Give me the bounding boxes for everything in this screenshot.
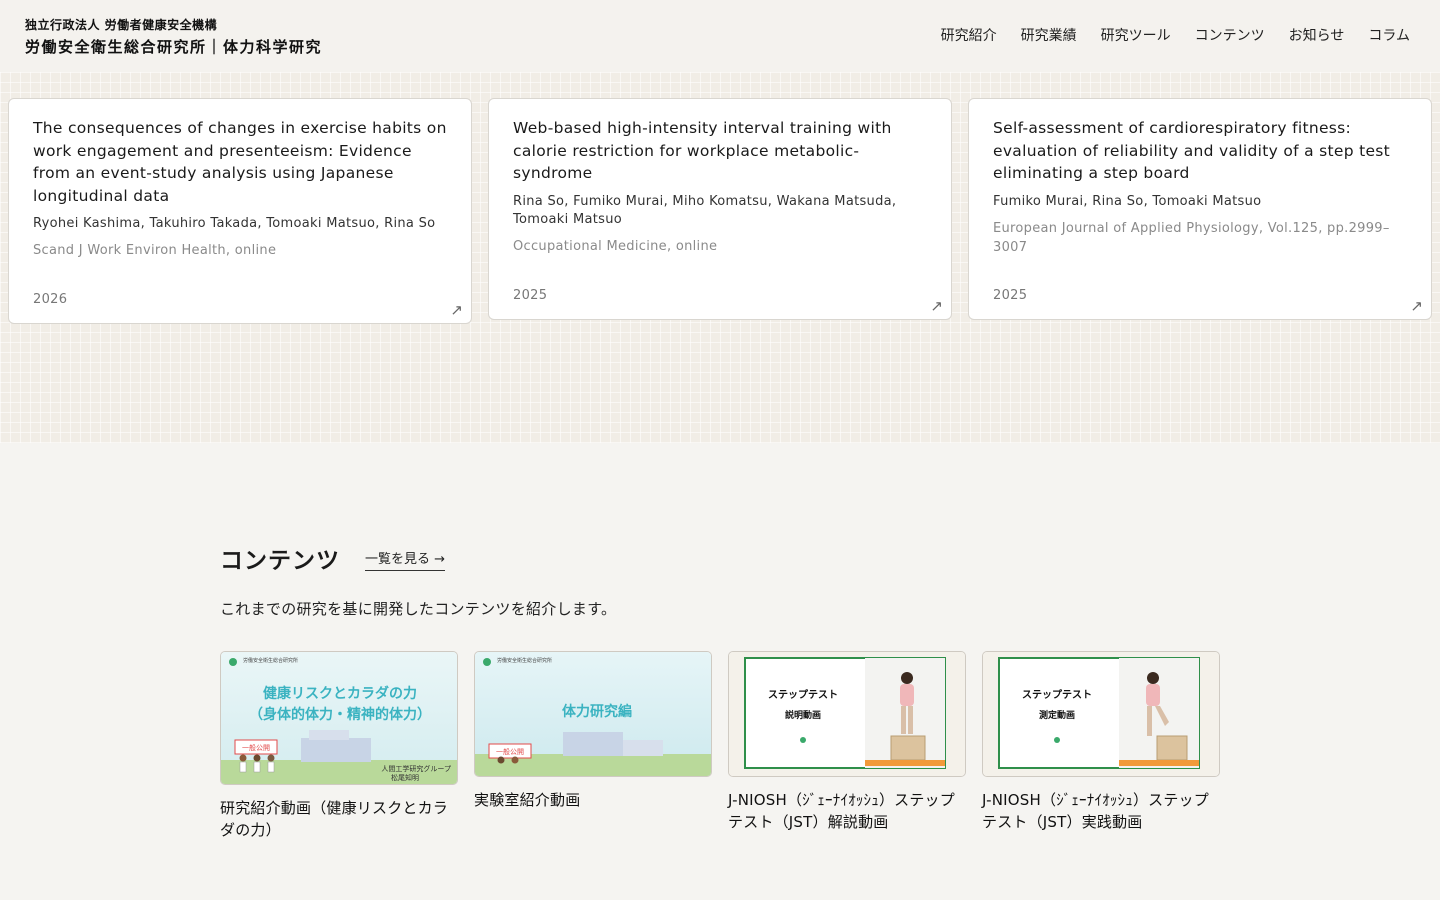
video-thumbnail[interactable]: 労働安全衛生総合研究所 健康リスクとカラダの力 （身体的体力・精神的体力） 一般… (220, 651, 458, 785)
org-name: 独立行政法人 労働者健康安全機構 (25, 18, 218, 32)
institute-name: 労働安全衛生総合研究所｜体力科学研究 (25, 38, 323, 56)
video-thumbnail[interactable]: ステップテスト 説明動画 (728, 651, 966, 777)
thumb-title: 健康リスクとカラダの力 (263, 685, 417, 702)
publication-authors: Rina So, Fumiko Murai, Miho Komatsu, Wak… (513, 193, 897, 227)
thumb-subtitle: 測定動画 (1039, 709, 1075, 721)
publication-title: Self-assessment of cardiorespiratory fit… (993, 119, 1391, 182)
site-header: 独立行政法人 労働者健康安全機構 労働安全衛生総合研究所｜体力科学研究 研究紹介… (0, 0, 1440, 72)
publication-year: 2025 (993, 288, 1028, 303)
thumb-subtitle: （身体的体力・精神的体力） (249, 706, 431, 723)
contents-section: コンテンツ 一覧を見る → これまでの研究を基に開発したコンテンツを紹介します。… (0, 443, 1440, 900)
content-card[interactable]: ステップテスト 測定動画 J-NIOSH（ｼﾞｪｰﾅｲｵｯｼｭ）ステップテスト（… (982, 651, 1220, 833)
content-card[interactable]: ステップテスト 説明動画 J-NIOSH（ｼﾞｪｰﾅｲｵｯｼｭ）ステップテスト（… (728, 651, 966, 833)
thumb-subtitle: 説明動画 (785, 709, 821, 721)
publications-section: The consequences of changes in exercise … (0, 72, 1440, 443)
logo-icon (483, 658, 491, 666)
nav-research-tools[interactable]: 研究ツール (1101, 25, 1171, 45)
section-title: コンテンツ (220, 548, 340, 574)
external-link-icon: ↗ (450, 301, 463, 319)
site-logo[interactable]: 独立行政法人 労働者健康安全機構 労働安全衛生総合研究所｜体力科学研究 (25, 16, 322, 57)
publication-card[interactable]: Web-based high-intensity interval traini… (488, 98, 952, 320)
publication-journal: Occupational Medicine, online (513, 238, 718, 254)
main-nav: 研究紹介 研究業績 研究ツール コンテンツ お知らせ コラム (941, 25, 1410, 45)
video-thumbnail[interactable]: ステップテスト 測定動画 (982, 651, 1220, 777)
publication-card[interactable]: Self-assessment of cardiorespiratory fit… (968, 98, 1432, 320)
nav-research-intro[interactable]: 研究紹介 (941, 25, 997, 45)
publication-authors: Ryohei Kashima, Takuhiro Takada, Tomoaki… (33, 216, 436, 231)
content-label: 研究紹介動画（健康リスクとカラダの力） (220, 799, 449, 839)
thumb-sign: 一般公開 (242, 743, 270, 752)
thumb-author: 松尾知明 (391, 773, 419, 782)
logo-icon (229, 658, 237, 666)
thumb-title: ステップテスト (768, 688, 838, 701)
content-label: J-NIOSH（ｼﾞｪｰﾅｲｵｯｼｭ）ステップテスト（JST）解説動画 (728, 791, 955, 831)
external-link-icon: ↗ (930, 297, 943, 315)
external-link-icon: ↗ (1410, 297, 1423, 315)
thumb-header: 労働安全衛生総合研究所 (243, 657, 298, 664)
content-label: J-NIOSH（ｼﾞｪｰﾅｲｵｯｼｭ）ステップテスト（JST）実践動画 (982, 791, 1209, 831)
nav-column[interactable]: コラム (1368, 25, 1410, 45)
content-card[interactable]: 労働安全衛生総合研究所 健康リスクとカラダの力 （身体的体力・精神的体力） 一般… (220, 651, 458, 841)
thumb-title: ステップテスト (1022, 688, 1092, 701)
video-thumbnail[interactable]: 労働安全衛生総合研究所 体力研究編 一般公開 (474, 651, 712, 777)
publication-year: 2026 (33, 292, 68, 307)
nav-news[interactable]: お知らせ (1289, 25, 1345, 45)
publication-title: Web-based high-intensity interval traini… (513, 119, 892, 182)
thumb-title: 体力研究編 (562, 703, 632, 720)
publication-card[interactable]: The consequences of changes in exercise … (8, 98, 472, 324)
thumb-header: 労働安全衛生総合研究所 (497, 657, 552, 664)
publication-journal: European Journal of Applied Physiology, … (993, 220, 1390, 255)
publication-journal: Scand J Work Environ Health, online (33, 243, 277, 258)
publication-title: The consequences of changes in exercise … (33, 119, 447, 205)
nav-contents[interactable]: コンテンツ (1195, 25, 1265, 45)
thumb-sign: 一般公開 (496, 747, 524, 756)
publication-authors: Fumiko Murai, Rina So, Tomoaki Matsuo (993, 193, 1262, 209)
view-all-link[interactable]: 一覧を見る → (365, 548, 446, 571)
content-label: 実験室紹介動画 (474, 791, 581, 809)
nav-research-achievements[interactable]: 研究業績 (1021, 25, 1077, 45)
section-description: これまでの研究を基に開発したコンテンツを紹介します。 (220, 600, 617, 618)
publication-year: 2025 (513, 288, 548, 303)
content-card[interactable]: 労働安全衛生総合研究所 体力研究編 一般公開 実験室紹介動画 (474, 651, 712, 811)
thumb-footer: 人間工学研究グループ (381, 764, 451, 773)
